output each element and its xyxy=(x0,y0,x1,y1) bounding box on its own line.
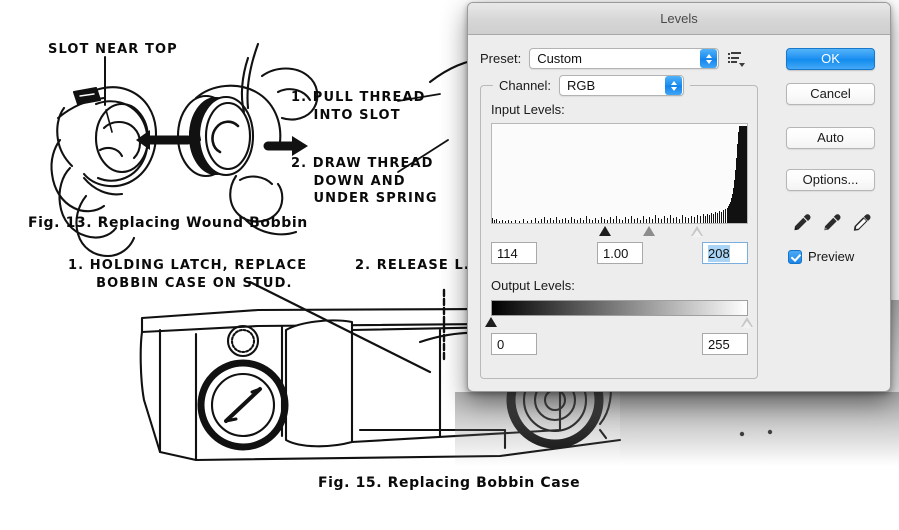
input-black-point-slider[interactable] xyxy=(599,226,611,236)
ok-button[interactable]: OK xyxy=(786,48,875,70)
preview-row[interactable]: Preview xyxy=(786,249,875,264)
preset-dropdown[interactable]: Custom xyxy=(529,48,720,69)
eyedropper-white-point-icon[interactable] xyxy=(852,213,871,232)
output-white-field[interactable]: 255 xyxy=(702,333,748,355)
options-button[interactable]: Options... xyxy=(786,169,875,191)
input-white-point-slider[interactable] xyxy=(691,226,703,237)
label-slot-near-top: SLOT NEAR TOP xyxy=(48,42,178,57)
eyedropper-tools xyxy=(786,213,875,232)
preview-label: Preview xyxy=(808,249,855,264)
dialog-button-column: OK Cancel Auto Options... Preview xyxy=(786,48,875,264)
preset-row: Preset: Custom xyxy=(480,48,746,69)
preset-value: Custom xyxy=(537,51,582,66)
levels-group-box: Channel: RGB Input Levels: 114 1.00 208 … xyxy=(480,75,758,379)
caption-figure-15: Fig. 15. Replacing Bobbin Case xyxy=(318,475,581,491)
eyedropper-gray-point-icon[interactable] xyxy=(822,213,841,232)
channel-value: RGB xyxy=(567,78,596,93)
output-levels-slider-track[interactable] xyxy=(485,316,753,329)
preset-options-icon[interactable] xyxy=(728,51,746,67)
input-gamma-field[interactable]: 1.00 xyxy=(597,242,643,264)
eyedropper-black-point-icon[interactable] xyxy=(792,213,811,232)
channel-label: Channel: xyxy=(499,78,552,93)
label-pull-thread: 1. PULL THREAD INTO SLOT xyxy=(291,90,426,123)
channel-stepper-icon xyxy=(665,76,683,95)
caption-figure-13: Fig. 13. Replacing Wound Bobbin xyxy=(28,215,308,231)
output-black-field[interactable]: 0 xyxy=(491,333,537,355)
dialog-title-bar[interactable]: Levels xyxy=(468,3,890,35)
input-white-field[interactable]: 208 xyxy=(702,242,748,264)
histogram[interactable] xyxy=(491,123,748,224)
auto-button[interactable]: Auto xyxy=(786,127,875,149)
preview-checkbox[interactable] xyxy=(788,249,802,264)
histogram-plot xyxy=(492,124,747,223)
output-levels-gradient-ramp xyxy=(491,300,748,316)
dialog-title: Levels xyxy=(660,11,698,26)
input-levels-slider-track[interactable] xyxy=(491,225,748,238)
input-levels-label: Input Levels: xyxy=(491,102,565,117)
output-white-point-slider[interactable] xyxy=(741,317,753,328)
label-holding-latch: 1. HOLDING LATCH, REPLACE BOBBIN CASE ON… xyxy=(68,258,308,291)
screen: SLOT NEAR TOP 1. PULL THREAD INTO SLOT 2… xyxy=(0,0,899,530)
channel-dropdown[interactable]: RGB xyxy=(559,75,685,96)
cancel-button[interactable]: Cancel xyxy=(786,83,875,105)
input-midtone-slider[interactable] xyxy=(643,226,655,236)
label-draw-thread: 2. DRAW THREAD DOWN AND UNDER SPRING xyxy=(291,156,438,207)
input-black-field[interactable]: 114 xyxy=(491,242,537,264)
channel-row: Channel: RGB xyxy=(493,75,691,96)
label-release-latch: 2. RELEASE L. xyxy=(355,258,470,273)
levels-dialog: Levels Preset: Custom Channel: RGB Input… xyxy=(467,2,891,392)
preset-stepper-icon xyxy=(700,49,718,68)
preset-label: Preset: xyxy=(480,51,522,66)
output-black-point-slider[interactable] xyxy=(485,317,497,327)
dialog-body: Preset: Custom Channel: RGB Input Levels… xyxy=(468,35,890,392)
output-levels-label: Output Levels: xyxy=(491,278,575,293)
